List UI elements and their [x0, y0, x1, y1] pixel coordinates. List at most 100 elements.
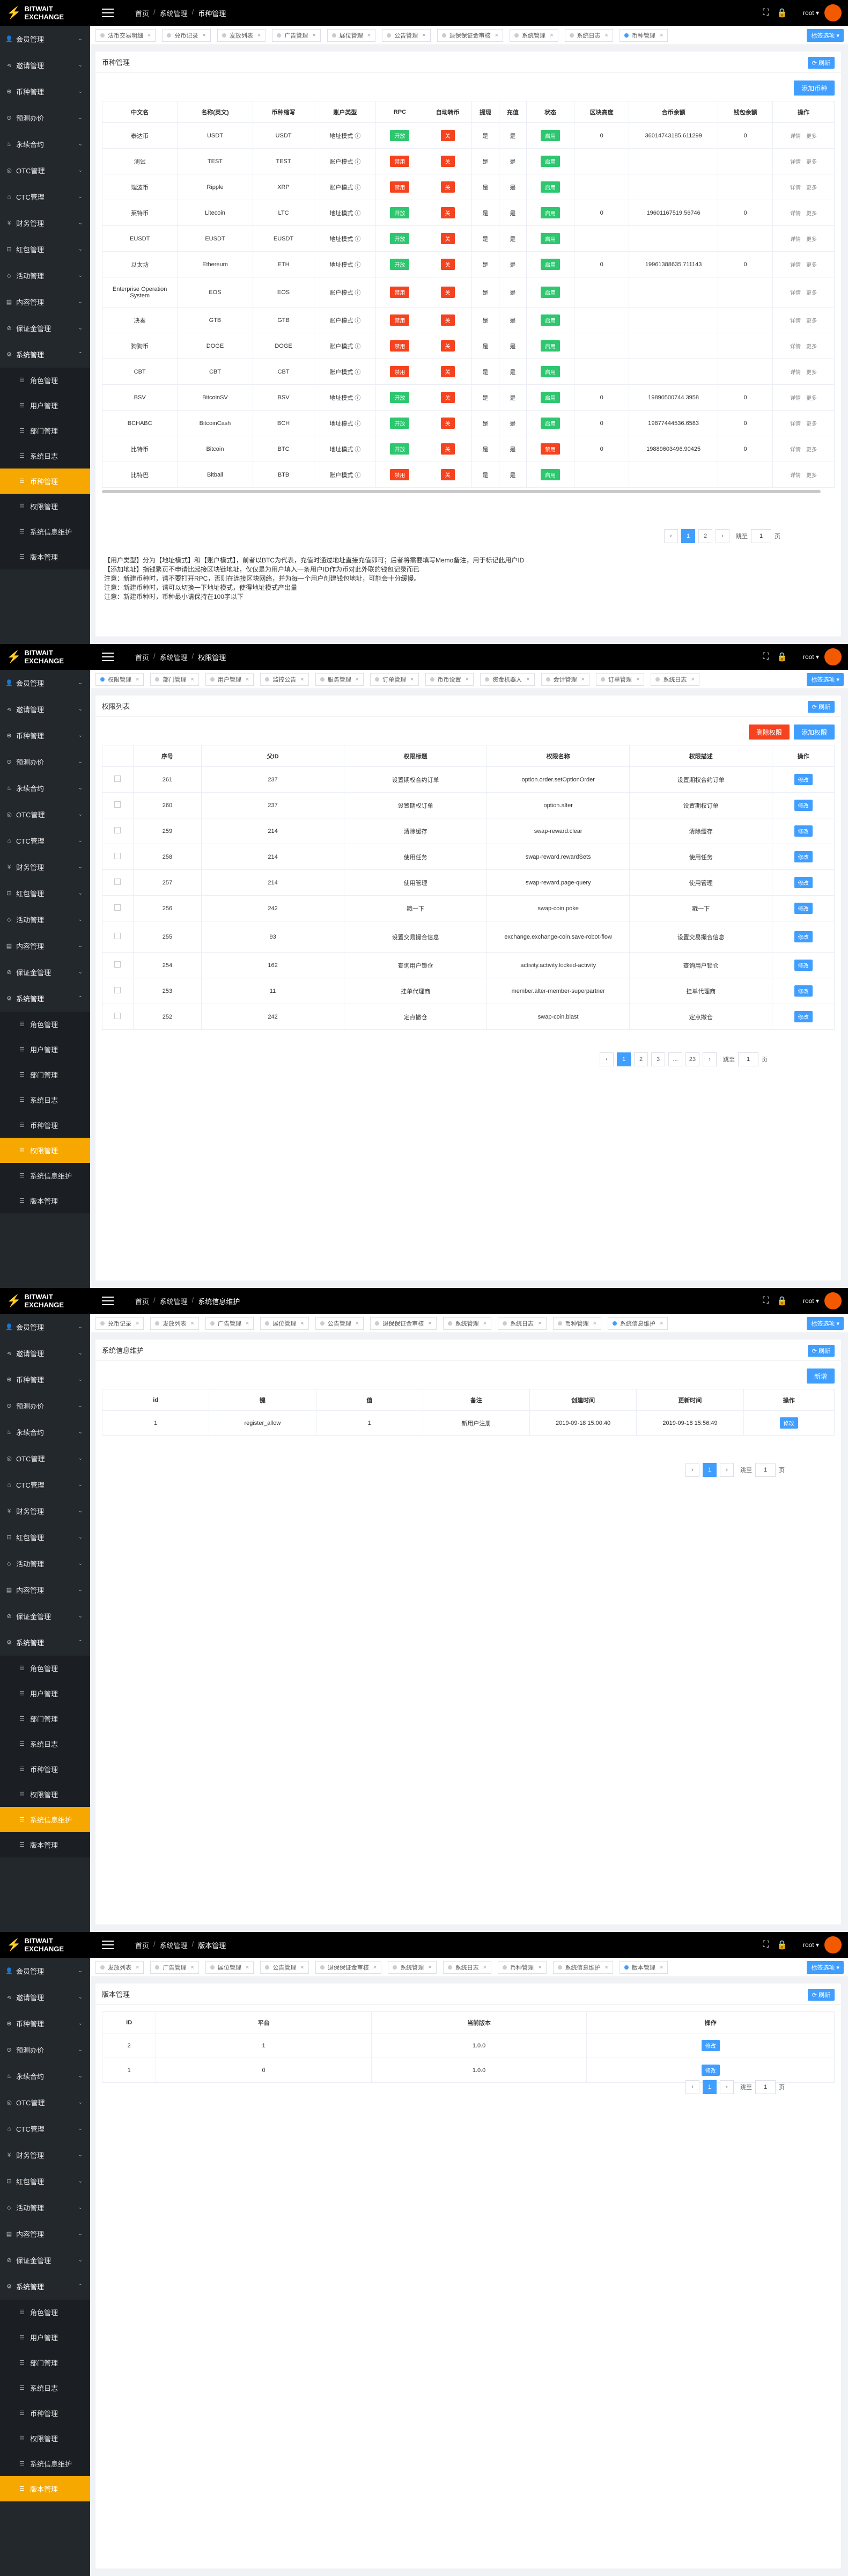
prev-page-button[interactable]: ‹	[600, 1052, 614, 1066]
close-icon[interactable]: ×	[636, 676, 639, 683]
sidebar-subitem[interactable]: ☰ 系统日志	[0, 2375, 90, 2401]
edit-button[interactable]: 修改	[794, 877, 813, 888]
detail-link[interactable]: 详情	[790, 185, 801, 191]
page-button[interactable]: 1	[681, 529, 695, 543]
tag-options-button[interactable]: 标签选项 ▾	[807, 1317, 844, 1330]
sidebar-subitem[interactable]: ☰ 权限管理	[0, 494, 90, 519]
menu-toggle-icon[interactable]	[102, 9, 114, 17]
status-badge[interactable]: 启用	[541, 366, 561, 377]
row-checkbox[interactable]	[114, 801, 121, 808]
prev-page-button[interactable]: ‹	[685, 2080, 699, 2094]
sidebar-subitem[interactable]: ☰ 系统信息维护	[0, 2451, 90, 2476]
fullscreen-icon[interactable]: ⛶	[758, 652, 774, 662]
page-button[interactable]: 1	[703, 1463, 717, 1477]
close-icon[interactable]: ×	[367, 32, 371, 39]
auto-transfer-badge[interactable]: 关	[440, 156, 455, 167]
breadcrumb-item[interactable]: 系统管理	[160, 1940, 188, 1950]
row-checkbox[interactable]	[114, 775, 121, 782]
close-icon[interactable]: ×	[246, 1320, 249, 1327]
tab-tag[interactable]: 展位管理 ×	[260, 1316, 309, 1330]
fullscreen-icon[interactable]: ⛶	[758, 1940, 774, 1950]
user-menu[interactable]: root ▾	[803, 1941, 819, 1949]
auto-transfer-badge[interactable]: 关	[440, 443, 455, 455]
tag-options-button[interactable]: 标签选项 ▾	[807, 29, 844, 42]
tab-tag[interactable]: 监控公告 ×	[260, 672, 309, 686]
sidebar-menu-item[interactable]: ¥ 财务管理 ⌄	[0, 210, 90, 236]
sidebar-subitem[interactable]: ☰ 版本管理	[0, 1832, 90, 1857]
tab-tag[interactable]: 系统日志 ×	[651, 672, 699, 686]
auto-transfer-badge[interactable]: 关	[440, 314, 455, 326]
avatar[interactable]	[824, 648, 842, 665]
close-icon[interactable]: ×	[312, 32, 315, 39]
detail-link[interactable]: 详情	[790, 447, 801, 453]
refresh-button[interactable]: ⟳ 刷新	[807, 57, 835, 69]
tab-tag[interactable]: 币种管理 ×	[552, 1316, 601, 1330]
tab-tag[interactable]: 法币交易明细 ×	[95, 28, 156, 42]
logo[interactable]: ⚡ BITWAIT EXCHANGE	[0, 1288, 90, 1314]
sidebar-menu-item[interactable]: ¥ 财务管理 ⌄	[0, 1498, 90, 1524]
row-checkbox[interactable]	[114, 933, 121, 939]
close-icon[interactable]: ×	[495, 32, 498, 39]
menu-toggle-icon[interactable]	[102, 1297, 114, 1305]
user-menu[interactable]: root ▾	[803, 9, 819, 17]
close-icon[interactable]: ×	[300, 676, 304, 683]
edit-button[interactable]: 修改	[794, 800, 813, 811]
sidebar-menu-item[interactable]: ⊡ 红包管理 ⌄	[0, 2168, 90, 2194]
tab-tag[interactable]: 服务管理 ×	[315, 672, 364, 686]
more-link[interactable]: 更多	[806, 185, 817, 191]
tab-tag[interactable]: 退保保证金审核 ×	[437, 28, 504, 42]
rpc-badge[interactable]: 开放	[390, 233, 410, 244]
close-icon[interactable]: ×	[593, 1320, 596, 1327]
status-badge[interactable]: 启用	[541, 340, 561, 352]
auto-transfer-badge[interactable]: 关	[440, 287, 455, 298]
edit-button[interactable]: 修改	[794, 903, 813, 914]
page-button[interactable]: 1	[617, 1052, 631, 1066]
sidebar-subitem[interactable]: ☰ 币种管理	[0, 1757, 90, 1782]
close-icon[interactable]: ×	[373, 1964, 377, 1971]
status-badge[interactable]: 禁用	[541, 443, 561, 455]
status-badge[interactable]: 启用	[541, 156, 561, 167]
row-checkbox[interactable]	[114, 961, 121, 968]
row-checkbox[interactable]	[114, 987, 121, 993]
close-icon[interactable]: ×	[190, 1320, 194, 1327]
more-link[interactable]: 更多	[806, 290, 817, 296]
tab-tag[interactable]: 发放列表 ×	[150, 1316, 199, 1330]
rpc-badge[interactable]: 开放	[390, 418, 410, 429]
auto-transfer-badge[interactable]: 关	[440, 207, 455, 218]
page-input[interactable]: 1	[755, 1463, 776, 1477]
sidebar-menu-item[interactable]: ⊕ 币种管理 ⌄	[0, 78, 90, 105]
sidebar-menu-item[interactable]: ⌂ CTC管理 ⌄	[0, 184, 90, 210]
sidebar-subitem[interactable]: ☰ 用户管理	[0, 2325, 90, 2350]
refresh-button[interactable]: ⟳ 刷新	[807, 1989, 835, 2001]
rpc-badge[interactable]: 禁用	[390, 340, 410, 352]
detail-link[interactable]: 详情	[790, 211, 801, 217]
auto-transfer-badge[interactable]: 关	[440, 392, 455, 403]
tab-tag[interactable]: 系统管理 ×	[443, 1316, 492, 1330]
avatar[interactable]	[824, 4, 842, 21]
tab-tag[interactable]: 兑币记录 ×	[162, 28, 211, 42]
sidebar-menu-item[interactable]: ♨ 永续合约 ⌄	[0, 1419, 90, 1445]
sidebar-subitem[interactable]: ☰ 角色管理	[0, 368, 90, 393]
breadcrumb-item[interactable]: 首页	[135, 652, 149, 662]
sidebar-subitem[interactable]: ☰ 部门管理	[0, 418, 90, 443]
auto-transfer-badge[interactable]: 关	[440, 259, 455, 270]
page-input[interactable]: 1	[751, 529, 771, 543]
logo[interactable]: ⚡ BITWAIT EXCHANGE	[0, 1932, 90, 1958]
tab-tag[interactable]: 发放列表 ×	[95, 1960, 144, 1974]
sidebar-menu-item[interactable]: ⋖ 邀请管理 ⌄	[0, 1340, 90, 1366]
add-permission-button[interactable]: 添加权限	[793, 724, 835, 740]
detail-link[interactable]: 详情	[790, 290, 801, 296]
close-icon[interactable]: ×	[422, 32, 425, 39]
refresh-button[interactable]: ⟳ 刷新	[807, 1345, 835, 1357]
close-icon[interactable]: ×	[428, 1320, 431, 1327]
status-badge[interactable]: 启用	[541, 469, 561, 480]
status-badge[interactable]: 启用	[541, 207, 561, 218]
sidebar-menu-item[interactable]: ⚙ 系统管理 ⌃	[0, 1629, 90, 1656]
rpc-badge[interactable]: 禁用	[390, 287, 410, 298]
tab-tag[interactable]: 币种管理 ×	[498, 1960, 547, 1974]
breadcrumb-item[interactable]: 首页	[135, 1296, 149, 1306]
page-button[interactable]: 23	[685, 1052, 699, 1066]
rpc-badge[interactable]: 开放	[390, 207, 410, 218]
detail-link[interactable]: 详情	[790, 421, 801, 427]
close-icon[interactable]: ×	[300, 1320, 304, 1327]
